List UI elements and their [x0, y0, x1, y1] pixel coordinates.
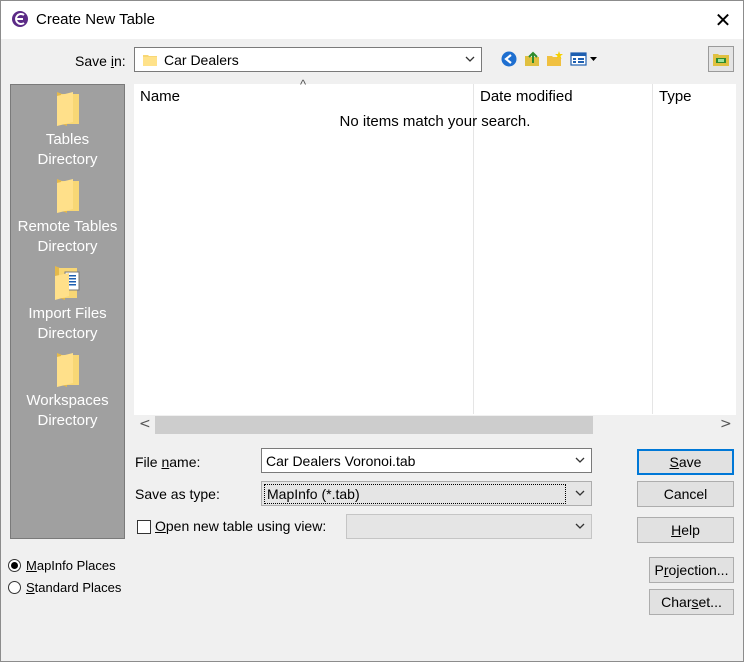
places-bar: Tables Directory Remote Tables Directory	[10, 84, 125, 539]
places-item-remote-tables-directory[interactable]: Remote Tables Directory	[11, 177, 124, 257]
folder-icon	[56, 92, 79, 126]
save-button[interactable]: Save	[637, 449, 734, 475]
title-bar: Create New Table ✕	[1, 1, 743, 39]
back-icon[interactable]	[500, 50, 518, 68]
folder-icon	[56, 353, 79, 387]
places-item-workspaces-directory[interactable]: Workspaces Directory	[11, 351, 124, 431]
file-name-value: Car Dealers Voronoi.tab	[266, 453, 416, 469]
places-item-label: Tables	[45, 131, 90, 148]
places-item-label: Directory	[37, 325, 98, 342]
folder-icon	[143, 55, 157, 66]
standard-places-radio[interactable]	[8, 581, 21, 594]
open-new-table-label[interactable]: Open new table using view:	[155, 518, 326, 534]
save-as-type-select[interactable]: MapInfo (*.tab)	[261, 481, 592, 506]
window-title: Create New Table	[36, 11, 155, 28]
file-list[interactable]: ^ Name Date modified Type No items match…	[134, 77, 736, 435]
chevron-down-icon	[465, 56, 475, 62]
help-button[interactable]: Help	[637, 517, 734, 543]
standard-places-label[interactable]: Standard Places	[26, 580, 121, 595]
places-item-import-files-directory[interactable]: Import Files Directory	[11, 264, 124, 344]
save-as-type-value: MapInfo (*.tab)	[264, 484, 566, 504]
chevron-down-icon[interactable]	[573, 449, 587, 472]
file-name-combo[interactable]: Car Dealers Voronoi.tab	[261, 448, 592, 473]
places-item-label: Directory	[37, 412, 98, 429]
empty-message: No items match your search.	[339, 113, 531, 130]
column-header-date-modified[interactable]: Date modified	[480, 88, 573, 105]
save-in-value: Car Dealers	[164, 52, 239, 68]
projection-button[interactable]: Projection...	[649, 557, 734, 583]
places-item-tables-directory[interactable]: Tables Directory	[11, 90, 124, 170]
column-header-type[interactable]: Type	[659, 88, 692, 105]
network-folder-icon	[713, 54, 729, 66]
up-folder-icon[interactable]	[523, 50, 541, 68]
folder-icon	[56, 179, 79, 213]
horizontal-scrollbar[interactable]: < >	[134, 415, 736, 435]
network-folder-button[interactable]	[708, 46, 734, 72]
chevron-down-icon	[575, 523, 585, 529]
mapinfo-places-label[interactable]: MapInfo Places	[26, 558, 116, 573]
close-icon[interactable]: ✕	[705, 3, 741, 37]
new-folder-icon[interactable]	[546, 50, 564, 68]
column-divider[interactable]	[473, 84, 474, 414]
scroll-left-icon[interactable]: <	[139, 416, 151, 432]
save-as-type-label: Save as type:	[135, 486, 220, 502]
mapinfo-places-radio[interactable]	[8, 559, 21, 572]
open-new-table-checkbox[interactable]	[137, 520, 151, 534]
chevron-down-icon	[575, 490, 585, 496]
places-item-label: Directory	[37, 151, 98, 168]
scroll-right-icon[interactable]: >	[720, 416, 732, 432]
create-new-table-dialog: Create New Table ✕ Save in: Car Dealers	[0, 0, 744, 662]
document-folder-icon	[54, 266, 79, 300]
column-header-name[interactable]: Name	[140, 88, 180, 105]
save-in-combo[interactable]: Car Dealers	[134, 47, 482, 72]
sort-ascending-icon: ^	[300, 77, 307, 92]
places-item-label: Workspaces	[26, 392, 109, 409]
scrollbar-thumb[interactable]	[155, 416, 593, 434]
file-name-label: File name:	[135, 454, 201, 470]
save-in-label: Save in:	[75, 53, 126, 69]
column-divider[interactable]	[652, 84, 653, 414]
places-item-label: Import Files	[28, 305, 107, 322]
places-item-label: Directory	[37, 238, 98, 255]
places-item-label: Remote Tables	[17, 218, 118, 235]
mapinfo-app-icon	[12, 11, 28, 27]
view-menu-icon[interactable]	[570, 50, 600, 68]
charset-button[interactable]: Charset...	[649, 589, 734, 615]
cancel-button[interactable]: Cancel	[637, 481, 734, 507]
view-select[interactable]	[346, 514, 592, 539]
